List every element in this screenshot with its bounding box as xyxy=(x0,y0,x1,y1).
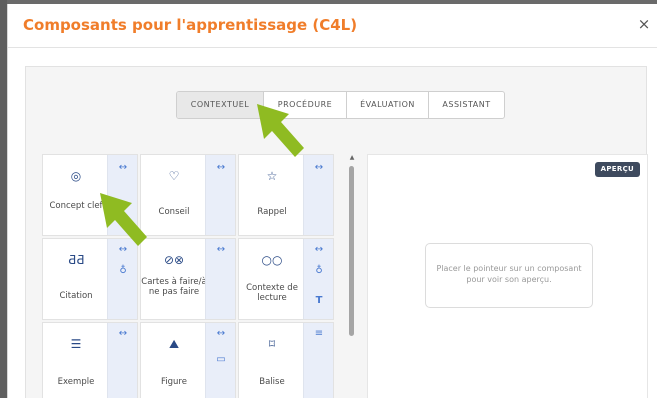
component-label: Citation xyxy=(59,291,93,301)
target-icon: ◎ xyxy=(70,169,82,183)
accessibility-icon[interactable]: ♁ xyxy=(304,265,334,276)
preview-pane: APERÇU Placer le pointeur sur un composa… xyxy=(367,154,648,398)
component-card-figure[interactable]: ⛰ Figure ↔ ▭ xyxy=(140,322,236,398)
card-options: ↔ xyxy=(205,239,235,319)
pointer-arrow-icon xyxy=(257,104,304,157)
quote-icon: ƋƋ xyxy=(67,253,85,267)
example-icon: ☰ xyxy=(70,337,82,351)
accessibility-icon[interactable]: ♁ xyxy=(108,265,138,276)
component-card-balise[interactable]: ⌑ Balise ≡ xyxy=(238,322,334,398)
component-label: Cartes à faire/à ne pas faire xyxy=(141,277,207,297)
component-label: Rappel xyxy=(257,207,287,217)
component-label: Conseil xyxy=(158,207,190,217)
dialog-title: Composants pour l'apprentissage (C4L) xyxy=(23,16,358,34)
tab-contextuel[interactable]: CONTEXTUEL xyxy=(177,92,264,118)
width-toggle-icon[interactable]: ↔ xyxy=(304,244,334,255)
component-card-do-dont[interactable]: ⊘⊗ Cartes à faire/à ne pas faire ↔ xyxy=(140,238,236,320)
width-toggle-icon[interactable]: ↔ xyxy=(304,162,334,173)
component-card-conseil[interactable]: ♡ Conseil ↔ xyxy=(140,154,236,236)
width-toggle-icon[interactable]: ↔ xyxy=(108,328,138,339)
card-options: ≡ xyxy=(303,323,333,398)
glasses-icon: ○○ xyxy=(261,253,283,267)
card-options: ↔ xyxy=(107,323,137,398)
component-card-exemple[interactable]: ☰ Exemple ↔ xyxy=(42,322,138,398)
component-card-rappel[interactable]: ☆ Rappel ↔ xyxy=(238,154,334,236)
tab-evaluation[interactable]: ÉVALUATION xyxy=(347,92,429,118)
component-label: Balise xyxy=(259,377,285,387)
lightbulb-icon: ♡ xyxy=(168,169,180,183)
component-card-citation[interactable]: ƋƋ Citation ↔ ♁ xyxy=(42,238,138,320)
dialog-header: Composants pour l'apprentissage (C4L) × xyxy=(8,4,657,48)
component-label: Figure xyxy=(161,377,187,387)
card-options: ↔ xyxy=(205,155,235,235)
do-dont-icon: ⊘⊗ xyxy=(163,253,185,267)
card-options: ↔ ♁ xyxy=(107,239,137,319)
align-icon[interactable]: ≡ xyxy=(304,328,334,339)
card-options: ↔ xyxy=(303,155,333,235)
width-toggle-icon[interactable]: ↔ xyxy=(206,244,236,255)
scroll-up-icon[interactable]: ▲ xyxy=(348,154,356,162)
card-options: ↔ ▭ xyxy=(205,323,235,398)
tag-icon: ⌑ xyxy=(268,337,276,351)
width-toggle-icon[interactable]: ↔ xyxy=(206,162,236,173)
tab-assistant[interactable]: ASSISTANT xyxy=(429,92,504,118)
preview-hint: Placer le pointeur sur un composant pour… xyxy=(425,243,593,308)
scrollbar-thumb[interactable] xyxy=(349,166,354,336)
text-format-icon[interactable]: T xyxy=(304,295,334,306)
close-icon[interactable]: × xyxy=(636,16,652,32)
card-options: ↔ ♁ T xyxy=(303,239,333,319)
pointer-arrow-icon xyxy=(100,193,147,246)
component-label: Exemple xyxy=(57,377,95,387)
component-grid: ◎ Concept clef ↔ ♡ Conseil ↔ ☆ Rappel ↔ xyxy=(42,154,342,398)
width-toggle-icon[interactable]: ↔ xyxy=(108,162,138,173)
caption-icon[interactable]: ▭ xyxy=(206,354,236,365)
preview-badge: APERÇU xyxy=(594,162,640,177)
component-label: Contexte de lecture xyxy=(246,283,298,303)
width-toggle-icon[interactable]: ↔ xyxy=(206,328,236,339)
window-left-edge xyxy=(0,0,7,398)
mountain-icon: ⛰ xyxy=(168,337,180,351)
grid-scrollbar[interactable]: ▲ xyxy=(348,154,356,398)
pin-icon: ☆ xyxy=(266,169,278,183)
component-card-contexte-lecture[interactable]: ○○ Contexte de lecture ↔ ♁ T xyxy=(238,238,334,320)
category-tabs: CONTEXTUEL PROCÉDURE ÉVALUATION ASSISTAN… xyxy=(176,91,505,119)
